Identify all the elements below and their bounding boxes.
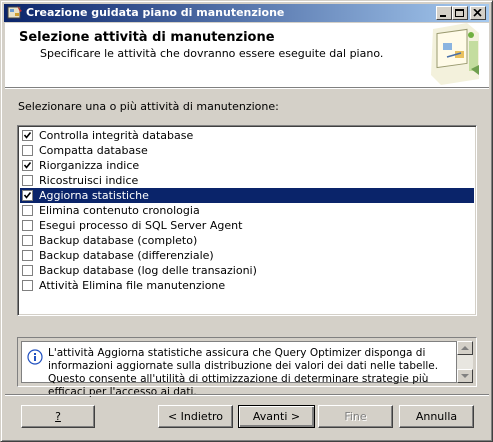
cancel-button-label: Annulla xyxy=(415,410,458,423)
finish-button[interactable]: Fine xyxy=(318,405,393,428)
window-title: Creazione guidata piano di manutenzione xyxy=(26,6,285,19)
task-checkbox[interactable] xyxy=(22,160,33,171)
arrow-down-icon xyxy=(461,374,469,378)
description-scrollbar[interactable] xyxy=(457,341,473,383)
task-checklist[interactable]: Controlla integrità database Compatta dat… xyxy=(17,125,477,316)
task-item-label: Elimina contenuto cronologia xyxy=(39,204,200,217)
checkmark-icon xyxy=(23,132,32,139)
task-checkbox[interactable] xyxy=(22,280,33,291)
task-checkbox[interactable] xyxy=(22,235,33,246)
task-item[interactable]: Controlla integrità database xyxy=(20,128,474,143)
page-title: Selezione attività di manutenzione xyxy=(19,30,275,45)
maintenance-plan-illustration xyxy=(427,23,483,87)
task-item[interactable]: Elimina contenuto cronologia xyxy=(20,203,474,218)
task-item-label: Aggiorna statistiche xyxy=(39,189,149,202)
task-item[interactable]: Compatta database xyxy=(20,143,474,158)
task-item[interactable]: Esegui processo di SQL Server Agent xyxy=(20,218,474,233)
arrow-up-icon xyxy=(461,346,469,350)
task-item-label: Riorganizza indice xyxy=(39,159,140,172)
task-item[interactable]: Riorganizza indice xyxy=(20,158,474,173)
cancel-button[interactable]: Annulla xyxy=(399,405,474,428)
help-button[interactable]: ? xyxy=(21,405,95,428)
task-checkbox[interactable] xyxy=(22,145,33,156)
info-icon xyxy=(27,349,43,365)
task-checkbox[interactable] xyxy=(22,175,33,186)
wizard-window: Creazione guidata piano di manutenzione … xyxy=(0,0,493,442)
task-item-label: Ricostruisci indice xyxy=(39,174,139,187)
task-item-label: Attività Elimina file manutenzione xyxy=(39,279,226,292)
checkmark-icon xyxy=(23,162,32,169)
checkmark-icon xyxy=(23,192,32,199)
task-list-label: Selezionare una o più attività di manute… xyxy=(18,100,279,113)
description-text-area[interactable]: L'attività Aggiorna statistiche assicura… xyxy=(21,341,457,398)
title-bar[interactable]: Creazione guidata piano di manutenzione xyxy=(4,4,489,22)
minimize-button[interactable] xyxy=(436,6,452,20)
description-text: L'attività Aggiorna statistiche assicura… xyxy=(48,347,439,398)
maximize-button[interactable] xyxy=(452,6,468,20)
next-button[interactable]: Avanti > xyxy=(238,405,315,428)
close-icon xyxy=(473,9,482,17)
wizard-header: Selezione attività di manutenzione Speci… xyxy=(5,23,489,87)
task-checkbox[interactable] xyxy=(22,220,33,231)
task-item[interactable]: Ricostruisci indice xyxy=(20,173,474,188)
task-item[interactable]: Aggiorna statistiche xyxy=(20,188,474,203)
task-checkbox[interactable] xyxy=(22,130,33,141)
scroll-down-button[interactable] xyxy=(457,369,473,383)
back-button[interactable]: < Indietro xyxy=(158,405,233,428)
minimize-icon xyxy=(440,15,446,17)
footer-separator xyxy=(5,394,489,396)
task-item[interactable]: Backup database (differenziale) xyxy=(20,248,474,263)
task-item-label: Backup database (log delle transazioni) xyxy=(39,264,257,277)
maximize-icon xyxy=(455,9,464,17)
wizard-app-icon xyxy=(7,6,22,19)
task-item[interactable]: Backup database (completo) xyxy=(20,233,474,248)
task-checkbox[interactable] xyxy=(22,190,33,201)
task-item-label: Backup database (differenziale) xyxy=(39,249,214,262)
scroll-up-button[interactable] xyxy=(457,341,473,355)
page-subtitle: Specificare le attività che dovranno ess… xyxy=(40,47,384,60)
close-button[interactable] xyxy=(470,6,486,20)
help-button-label: ? xyxy=(55,410,61,423)
task-item[interactable]: Backup database (log delle transazioni) xyxy=(20,263,474,278)
next-button-label: Avanti > xyxy=(252,410,301,423)
task-item-label: Compatta database xyxy=(39,144,148,157)
task-checkbox[interactable] xyxy=(22,205,33,216)
task-item[interactable]: Attività Elimina file manutenzione xyxy=(20,278,474,293)
task-item-label: Controlla integrità database xyxy=(39,129,194,142)
finish-button-label: Fine xyxy=(344,410,367,423)
task-item-label: Backup database (completo) xyxy=(39,234,198,247)
back-button-label: < Indietro xyxy=(167,410,224,423)
task-item-label: Esegui processo di SQL Server Agent xyxy=(39,219,243,232)
task-checkbox[interactable] xyxy=(22,250,33,261)
description-panel: L'attività Aggiorna statistiche assicura… xyxy=(17,337,477,398)
header-separator xyxy=(5,87,489,89)
task-checkbox[interactable] xyxy=(22,265,33,276)
